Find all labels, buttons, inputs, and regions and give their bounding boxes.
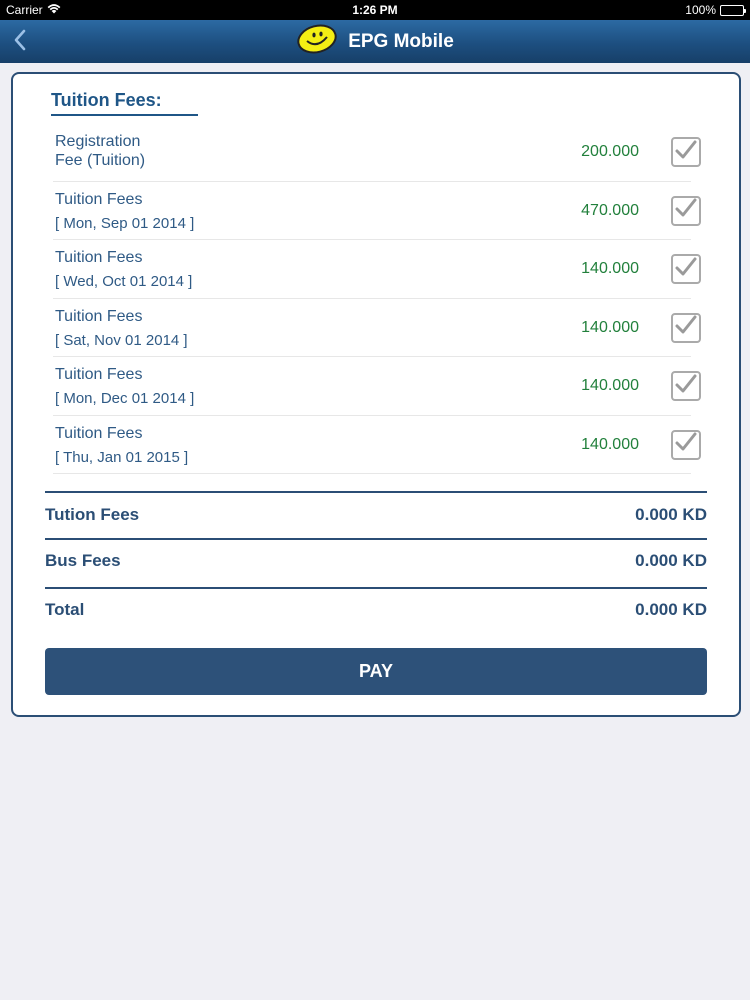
status-time: 1:26 PM xyxy=(352,3,398,17)
summary-row-tuition: Tution Fees 0.000 KD xyxy=(45,500,707,530)
fee-amount: 140.000 xyxy=(581,318,639,336)
fee-row: Tuition Fees [ Mon, Sep 01 2014 ] 470.00… xyxy=(53,182,701,240)
app-title: EPG Mobile xyxy=(348,30,454,52)
fee-row: Tuition Fees [ Sat, Nov 01 2014 ] 140.00… xyxy=(53,299,701,357)
fee-row: Registration Fee (Tuition) 200.000 xyxy=(53,123,701,182)
section-underline xyxy=(51,114,198,116)
checkmark-icon xyxy=(675,140,697,165)
checkmark-icon xyxy=(675,432,697,457)
summary-row-bus: Bus Fees 0.000 KD xyxy=(45,546,707,576)
smiley-logo-icon xyxy=(296,24,338,59)
fee-row: Tuition Fees [ Wed, Oct 01 2014 ] 140.00… xyxy=(53,240,701,299)
fee-amount: 140.000 xyxy=(581,435,639,453)
fee-name: Tuition Fees xyxy=(55,307,143,325)
pay-button[interactable]: PAY xyxy=(45,648,707,695)
checkmark-icon xyxy=(675,198,697,223)
total-value: 0.000 KD xyxy=(635,600,707,619)
fee-checkbox[interactable] xyxy=(671,429,701,460)
fee-name: Registration Fee (Tuition) xyxy=(55,133,146,169)
fee-date: [ Mon, Dec 01 2014 ] xyxy=(55,390,195,407)
status-right: 100% xyxy=(685,3,746,17)
fee-amount: 140.000 xyxy=(581,260,639,277)
total-label: Total xyxy=(45,600,85,619)
fee-amount: 140.000 xyxy=(581,377,639,394)
fee-name: Tuition Fees xyxy=(55,424,143,442)
fee-name: Tuition Fees xyxy=(55,366,143,383)
fee-list: Registration Fee (Tuition) 200.000 Tuiti… xyxy=(53,123,701,474)
tuition-fees-label: Tution Fees xyxy=(45,505,140,524)
fee-checkbox[interactable] xyxy=(671,312,701,343)
battery-percent: 100% xyxy=(685,3,716,17)
fee-checkbox[interactable] xyxy=(671,137,701,167)
summary-divider xyxy=(45,491,707,493)
checkmark-icon xyxy=(675,257,697,282)
bus-fees-label: Bus Fees xyxy=(45,551,121,570)
fee-date: [ Mon, Sep 01 2014 ] xyxy=(55,214,195,232)
fee-checkbox[interactable] xyxy=(671,195,701,226)
fee-row: Tuition Fees [ Mon, Dec 01 2014 ] 140.00… xyxy=(53,357,701,416)
fee-date: [ Wed, Oct 01 2014 ] xyxy=(55,273,193,290)
status-bar: Carrier 1:26 PM 100% xyxy=(0,0,750,20)
summary-row-total: Total 0.000 KD xyxy=(45,595,707,625)
summary-divider xyxy=(45,587,707,589)
navigation-bar: EPG Mobile xyxy=(0,20,750,63)
tuition-fees-value: 0.000 KD xyxy=(635,505,707,524)
fee-checkbox[interactable] xyxy=(671,371,701,401)
fee-date: [ Thu, Jan 01 2015 ] xyxy=(55,448,189,466)
checkmark-icon xyxy=(675,374,697,399)
bus-fees-value: 0.000 KD xyxy=(635,551,707,570)
fees-card: Tuition Fees: Registration Fee (Tuition)… xyxy=(11,72,741,717)
checkmark-icon xyxy=(675,315,697,340)
fee-date: [ Sat, Nov 01 2014 ] xyxy=(55,331,188,349)
section-title: Tuition Fees: xyxy=(51,90,162,110)
summary-divider xyxy=(45,538,707,540)
fee-row: Tuition Fees [ Thu, Jan 01 2015 ] 140.00… xyxy=(53,416,701,474)
fee-name: Tuition Fees xyxy=(55,190,143,208)
fee-checkbox[interactable] xyxy=(671,254,701,284)
battery-icon xyxy=(720,4,746,16)
fee-amount: 470.000 xyxy=(581,201,639,219)
nav-title-group: EPG Mobile xyxy=(0,20,750,63)
fee-amount: 200.000 xyxy=(581,143,639,160)
fee-name: Tuition Fees xyxy=(55,249,143,266)
